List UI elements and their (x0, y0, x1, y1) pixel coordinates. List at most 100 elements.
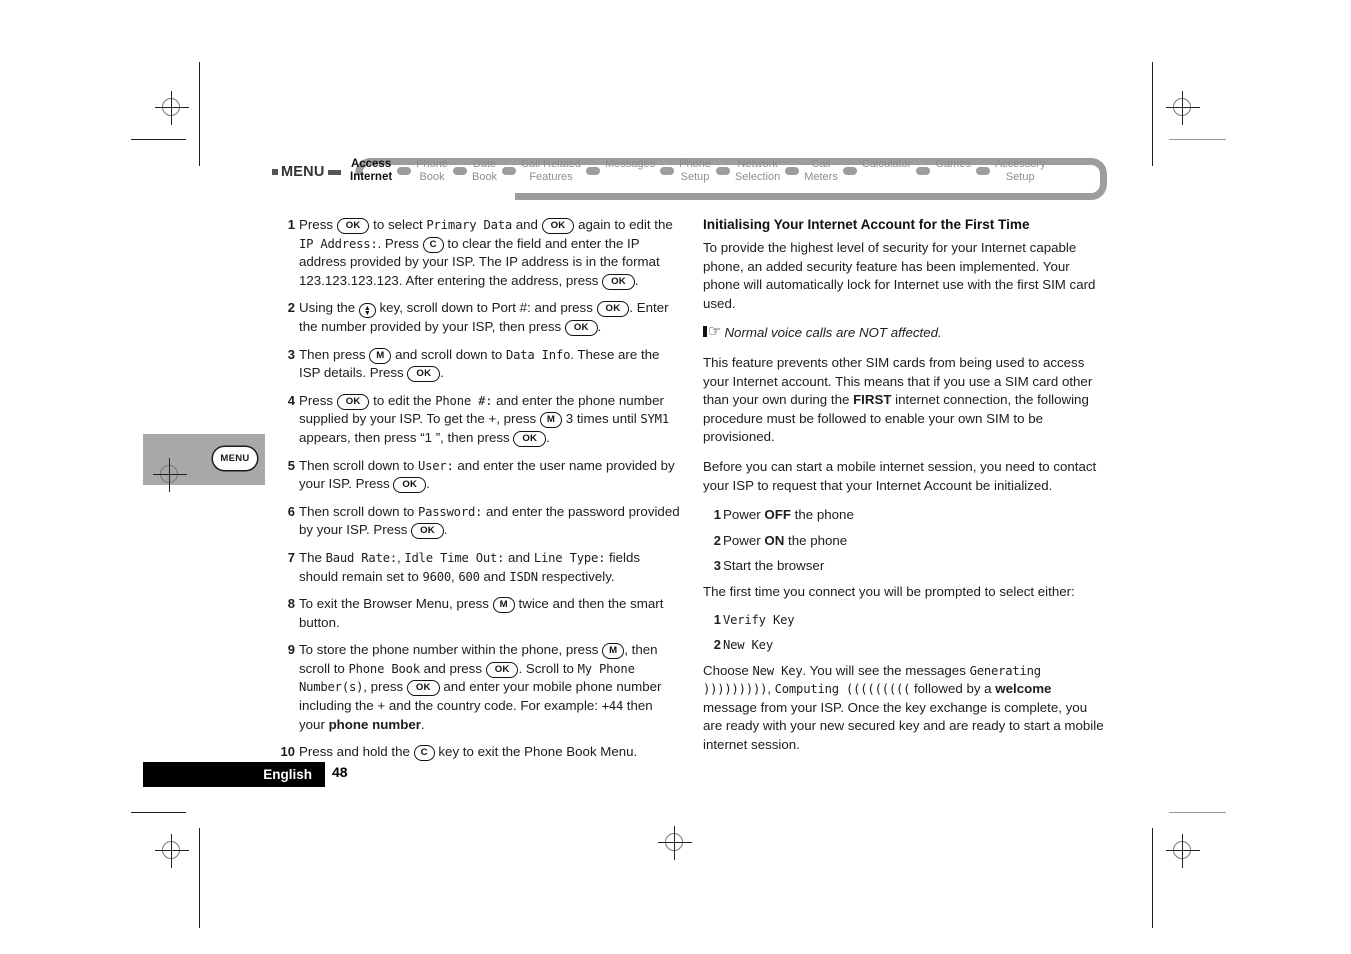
step-text: Press and hold the C key to exit the Pho… (299, 744, 638, 762)
registration-vline (1182, 91, 1183, 125)
device-display-text: New Key (723, 638, 773, 653)
step-text: Then scroll down to User: and enter the … (299, 457, 675, 494)
right-column: Initialising Your Internet Account for t… (703, 216, 1107, 766)
registration-vline (674, 826, 675, 860)
breadcrumb-connector-dot (975, 167, 990, 175)
device-display-text: User: (418, 458, 454, 473)
registration-circle (162, 98, 180, 116)
crop-mark-bottom-right (1169, 812, 1226, 813)
breadcrumb-item-phone-book[interactable]: Phone Book (416, 156, 448, 183)
key-c-icon: C (413, 745, 435, 762)
key-m-icon: M (492, 597, 515, 614)
breadcrumb-connector-dot (502, 167, 517, 175)
crop-mark-left-bottom (199, 828, 200, 928)
device-display-text: Data Info (505, 347, 571, 362)
breadcrumb-item-calculator[interactable]: Calculator (862, 156, 912, 171)
step-number: 8 (287, 596, 295, 612)
step-text: Verify Key (723, 612, 795, 627)
registration-circle (1173, 841, 1191, 859)
step-number: 1 (713, 507, 721, 523)
registration-circle (665, 833, 683, 851)
step-text: Press OK to edit the Phone #: and enter … (299, 392, 669, 447)
step-number: 6 (287, 503, 295, 519)
registration-mark-bottom-left (155, 834, 189, 868)
crop-mark-right-top (1152, 62, 1153, 166)
step-item: 1 Power OFF the phone (703, 506, 1107, 525)
crop-mark-top-left (131, 139, 186, 140)
step-text: Start the browser (723, 558, 825, 574)
breadcrumb-connector-dot (452, 167, 467, 175)
note-callout: ☞ Normal voice calls are NOT affected. (703, 324, 1107, 343)
emphasis-text: FIRST (853, 392, 892, 408)
breadcrumb-item-accessory-setup[interactable]: Accessory Setup (995, 156, 1046, 183)
breadcrumb-menu-label: MENU (272, 164, 341, 180)
step-number: 4 (287, 392, 295, 408)
key-ok-icon: OK (485, 661, 519, 678)
registration-vline (1182, 834, 1183, 868)
step-text: Power OFF the phone (723, 507, 854, 523)
device-display-text: Phone Book (348, 661, 421, 676)
breadcrumb-item-network-selection[interactable]: Network Selection (735, 156, 780, 183)
menu-breadcrumb-bar: MENU Access Internet Phone Book Date Book C… (272, 156, 1107, 207)
breadcrumb-connector-dot (660, 167, 675, 175)
breadcrumb-connector-dot (916, 167, 931, 175)
registration-mark-top-left (155, 91, 189, 125)
breadcrumb-item-games[interactable]: Games (935, 156, 970, 171)
device-display-text: Verify Key (723, 612, 795, 627)
device-display-text: Password: (418, 504, 483, 519)
pointing-hand-icon: ☞ (703, 324, 721, 339)
breadcrumb-item-call-related-features[interactable]: Call Related Features (521, 156, 581, 183)
side-menu-tab: MENU (143, 434, 265, 485)
breadcrumb-item-date-book[interactable]: Date Book (472, 156, 497, 183)
step-text: To store the phone number within the pho… (299, 642, 662, 732)
registration-hline (155, 107, 189, 108)
isp-contact-paragraph: Before you can start a mobile internet s… (703, 458, 1097, 493)
device-display-text: IP Address: (299, 236, 378, 251)
breadcrumb-item-messages[interactable]: Messages (605, 156, 655, 171)
note-text: Normal voice calls are NOT affected. (724, 325, 942, 341)
key-ok-icon: OK (411, 523, 444, 540)
key-ok-icon: OK (393, 477, 427, 494)
left-column: 1 Press OK to select Primary Data and OK … (277, 216, 681, 771)
breadcrumb-items: Access Internet Phone Book Date Book Call R… (350, 156, 1046, 198)
breadcrumb-item-call-meters[interactable]: Call Meters (804, 156, 838, 183)
scroll-arrows: ▲ ▼ (363, 304, 371, 318)
step-number: 3 (287, 346, 295, 362)
step-text: The Baud Rate:, Idle Time Out: and Line … (299, 549, 641, 584)
menu-key-icon[interactable]: MENU (213, 447, 257, 470)
step-item: 2 New Key (703, 636, 1107, 655)
square-bullet-icon (327, 169, 341, 175)
step-number: 2 (713, 637, 721, 653)
step-item: 7 The Baud Rate:, Idle Time Out: and Line… (277, 549, 681, 586)
step-text: Using the ▲ ▼ key, scroll down to Port #:… (299, 300, 669, 336)
footer-language-bar: English (143, 762, 325, 787)
key-ok-icon: OK (602, 273, 635, 290)
step-item: 1 Press OK to select Primary Data and OK … (277, 216, 681, 290)
breadcrumb-item-phone-setup[interactable]: Phone Setup (679, 156, 711, 183)
step-number: 1 (713, 611, 721, 627)
breadcrumb-menu-text: MENU (281, 164, 325, 180)
step-item: 6 Then scroll down to Password: and enter… (277, 503, 681, 540)
registration-hline (1166, 107, 1200, 108)
key-ok-icon: OK (336, 393, 370, 410)
device-display-text: +44 (601, 699, 624, 714)
crop-mark-left-top (199, 62, 200, 166)
breadcrumb-item-access-internet[interactable]: Access Internet (350, 156, 392, 183)
device-display-text: SYM1 (640, 412, 669, 427)
step-item: 9 To store the phone number within the ph… (277, 641, 681, 734)
key-ok-icon: OK (596, 301, 630, 318)
registration-hline (155, 850, 189, 851)
device-display-text: Baud Rate: (325, 550, 398, 565)
registration-circle (162, 841, 180, 859)
device-display-text: 600 (458, 569, 480, 584)
step-number: 2 (287, 300, 295, 316)
page-title: Initialising Your Internet Account for t… (703, 217, 1030, 232)
key-ok-icon: OK (407, 366, 441, 383)
sim-lock-paragraph: This feature prevents other SIM cards fr… (703, 354, 1093, 445)
emphasis-text: phone number (328, 716, 421, 732)
step-item: 2 Power ON the phone (703, 532, 1107, 551)
key-ok-icon: OK (406, 680, 440, 697)
step-item: 10 Press and hold the C key to exit the P… (277, 743, 681, 762)
key-m-icon: M (369, 347, 392, 364)
step-item: 4 Press OK to edit the Phone #: and enter… (277, 392, 681, 448)
